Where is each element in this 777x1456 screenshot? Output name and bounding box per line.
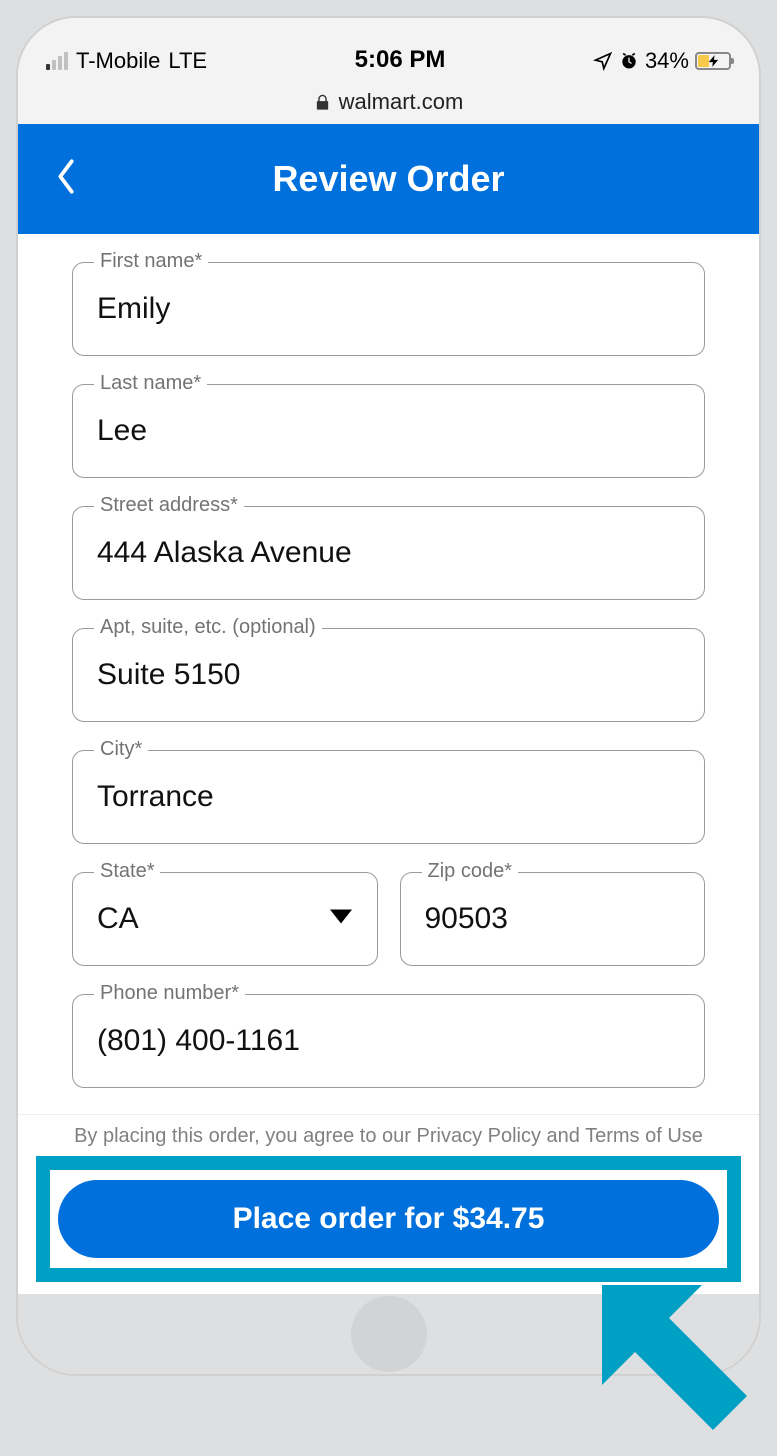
zip-group: Zip code*: [400, 872, 706, 966]
home-button[interactable]: [351, 1296, 427, 1372]
status-right: 34%: [593, 48, 731, 74]
state-label: State*: [94, 860, 160, 883]
status-left: T-Mobile LTE: [46, 48, 207, 74]
first-name-input[interactable]: [72, 262, 705, 356]
address-form: First name* Last name* Street address* A…: [72, 234, 705, 1112]
phone-input[interactable]: [72, 994, 705, 1088]
phone-label: Phone number*: [94, 982, 245, 1005]
first-name-group: First name*: [72, 262, 705, 356]
signal-bars-icon: [46, 52, 68, 70]
phone-frame: T-Mobile LTE 5:06 PM 34% walmart.com Rev…: [16, 16, 761, 1376]
last-name-input[interactable]: [72, 384, 705, 478]
chevron-left-icon: [54, 158, 78, 196]
app-header: Review Order: [18, 124, 759, 234]
battery-pct-label: 34%: [645, 48, 689, 74]
agreement-text: By placing this order, you agree to our …: [18, 1121, 759, 1156]
city-group: City*: [72, 750, 705, 844]
first-name-label: First name*: [94, 250, 208, 273]
street-group: Street address*: [72, 506, 705, 600]
order-footer: By placing this order, you agree to our …: [18, 1114, 759, 1294]
apt-group: Apt, suite, etc. (optional): [72, 628, 705, 722]
apt-input[interactable]: [72, 628, 705, 722]
state-group: State*: [72, 872, 378, 966]
home-indicator-area: [18, 1294, 759, 1374]
last-name-label: Last name*: [94, 372, 207, 395]
content-area[interactable]: First name* Last name* Street address* A…: [18, 234, 759, 1112]
phone-group: Phone number*: [72, 994, 705, 1088]
alarm-icon: [619, 51, 639, 71]
zip-label: Zip code*: [422, 860, 519, 883]
location-arrow-icon: [593, 51, 613, 71]
page-title: Review Order: [18, 158, 759, 200]
zip-input[interactable]: [400, 872, 706, 966]
city-input[interactable]: [72, 750, 705, 844]
back-button[interactable]: [54, 158, 78, 201]
url-domain: walmart.com: [339, 89, 464, 115]
place-order-button[interactable]: Place order for $34.75: [58, 1180, 719, 1258]
apt-label: Apt, suite, etc. (optional): [94, 616, 322, 639]
status-bar: T-Mobile LTE 5:06 PM 34%: [18, 18, 759, 80]
browser-bar: walmart.com: [18, 80, 759, 124]
street-input[interactable]: [72, 506, 705, 600]
highlight-annotation: Place order for $34.75: [36, 1156, 741, 1282]
carrier-label: T-Mobile: [76, 48, 160, 74]
street-label: Street address*: [94, 494, 244, 517]
battery-icon: [695, 52, 731, 70]
lock-icon: [314, 94, 331, 111]
city-label: City*: [94, 738, 148, 761]
last-name-group: Last name*: [72, 384, 705, 478]
clock: 5:06 PM: [355, 46, 446, 74]
state-select[interactable]: [72, 872, 378, 966]
network-label: LTE: [168, 48, 207, 74]
